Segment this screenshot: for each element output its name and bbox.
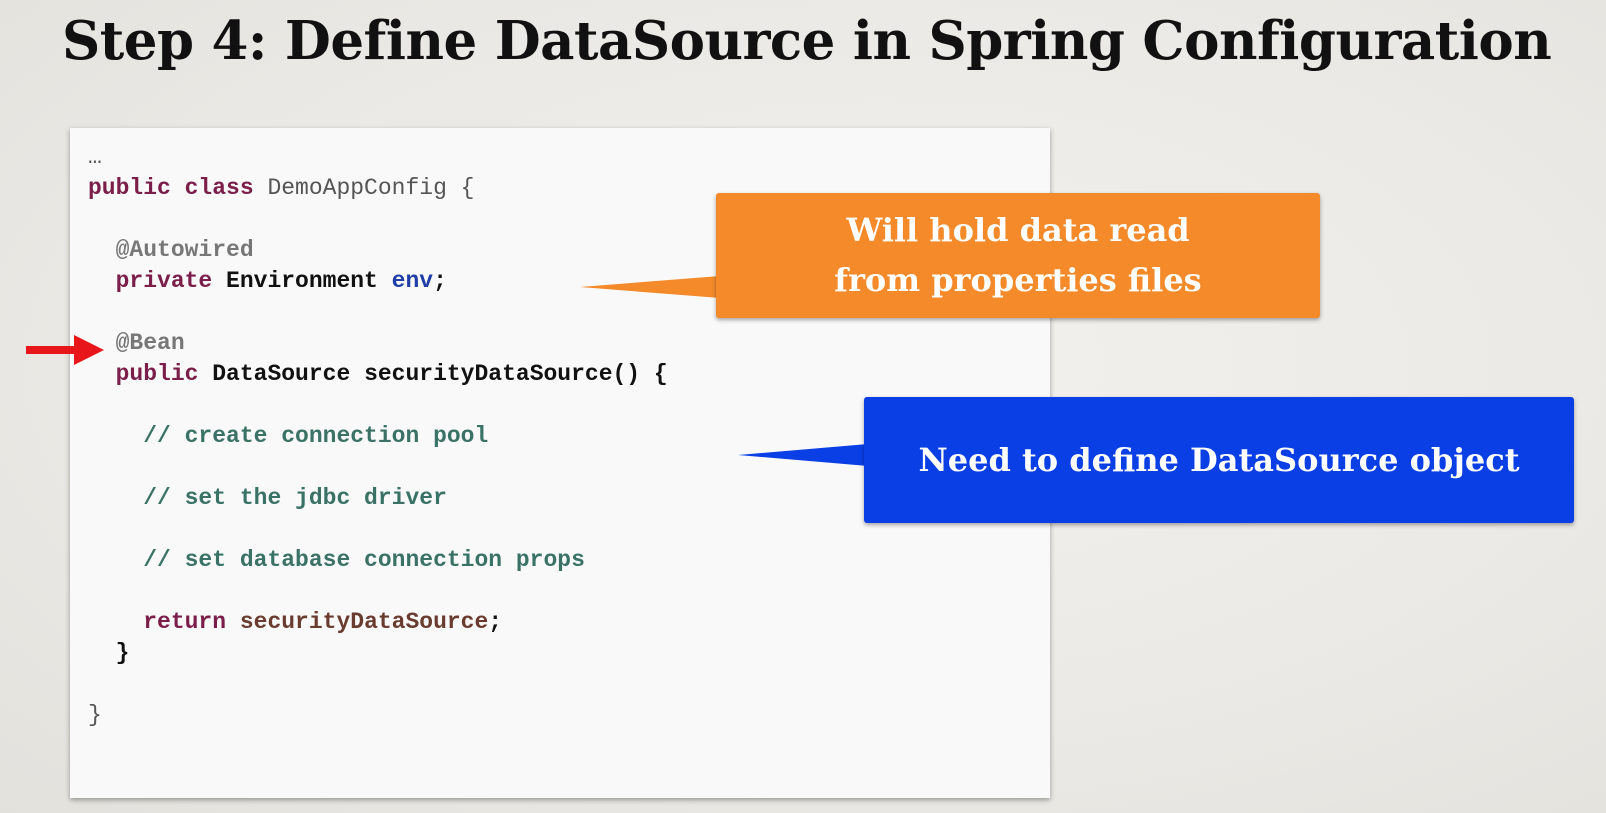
orange-callout-line-2: from properties files [834, 261, 1202, 299]
orange-callout-line-1: Will hold data read [846, 211, 1190, 249]
orange-callout-pointer [580, 276, 720, 298]
blue-callout-pointer [738, 444, 868, 466]
blue-callout: Need to define DataSource object [864, 397, 1574, 523]
right-arrow-icon [26, 335, 104, 365]
orange-callout: Will hold data read from properties file… [716, 193, 1320, 318]
